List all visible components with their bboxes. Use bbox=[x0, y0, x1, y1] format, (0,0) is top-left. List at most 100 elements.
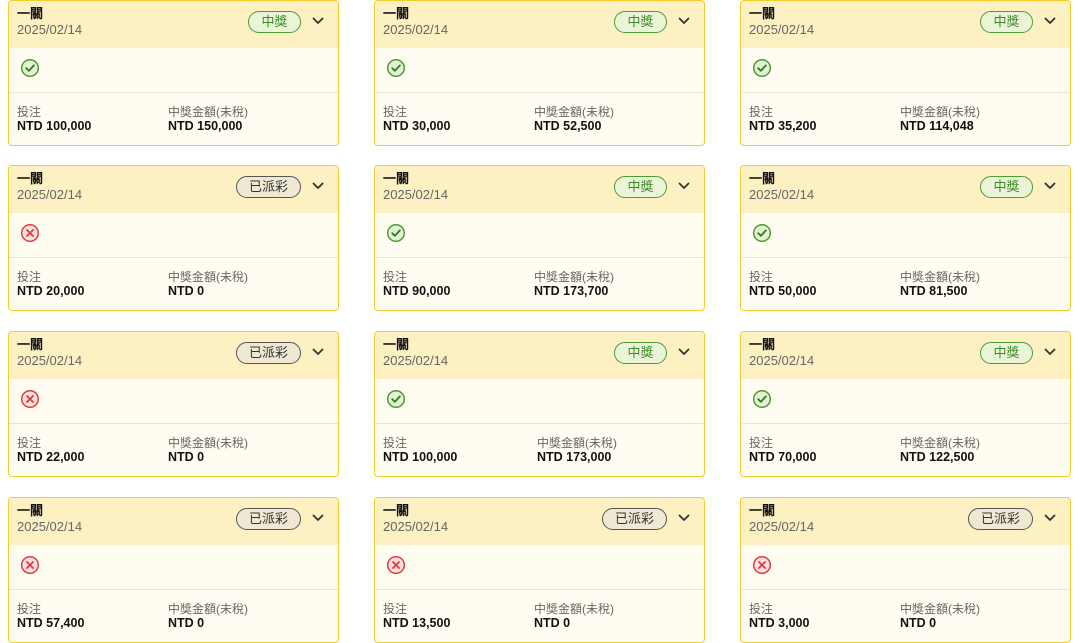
payout-amount: NTD 150,000 bbox=[168, 119, 243, 133]
payout-amount: NTD 0 bbox=[168, 284, 205, 298]
payout-label: 中獎金額(未稅) bbox=[900, 602, 980, 616]
status-badge: 中獎 bbox=[614, 11, 667, 33]
bet-date: 2025/02/14 bbox=[749, 519, 815, 534]
card-divider bbox=[375, 589, 704, 590]
stake-amount: NTD 3,000 bbox=[749, 616, 810, 630]
bet-card-header[interactable]: 一關 2025/02/14 已派彩 bbox=[375, 498, 704, 545]
card-divider bbox=[9, 92, 338, 93]
status-badge: 中獎 bbox=[614, 342, 667, 364]
bet-card-header[interactable]: 一關 2025/02/14 已派彩 bbox=[741, 498, 1070, 545]
chevron-down-icon[interactable] bbox=[312, 348, 324, 356]
bet-card[interactable]: 一關 2025/02/14 中獎 投注 NTD 100,000 中獎金額(未稅)… bbox=[374, 331, 705, 477]
chevron-down-icon[interactable] bbox=[678, 182, 690, 190]
status-badge: 已派彩 bbox=[236, 508, 301, 530]
check-circle-icon bbox=[752, 223, 772, 243]
card-divider bbox=[9, 589, 338, 590]
chevron-down-icon[interactable] bbox=[312, 182, 324, 190]
bet-date: 2025/02/14 bbox=[17, 353, 83, 368]
payout-label: 中獎金額(未稅) bbox=[900, 105, 980, 119]
stake-amount: NTD 20,000 bbox=[17, 284, 85, 298]
bet-date: 2025/02/14 bbox=[749, 22, 815, 37]
bet-card-header[interactable]: 一關 2025/02/14 中獎 bbox=[741, 166, 1070, 213]
chevron-down-icon[interactable] bbox=[312, 17, 324, 25]
chevron-down-icon[interactable] bbox=[678, 514, 690, 522]
bet-card-header[interactable]: 一關 2025/02/14 中獎 bbox=[375, 166, 704, 213]
chevron-down-icon[interactable] bbox=[678, 17, 690, 25]
bet-card[interactable]: 一關 2025/02/14 中獎 投注 NTD 90,000 中獎金額(未稅) … bbox=[374, 165, 705, 311]
bet-type-title: 一關 bbox=[17, 337, 44, 352]
bet-card[interactable]: 一關 2025/02/14 已派彩 投注 NTD 13,500 中獎金額(未稅)… bbox=[374, 497, 705, 643]
chevron-down-icon[interactable] bbox=[678, 348, 690, 356]
bet-type-title: 一關 bbox=[749, 171, 776, 186]
stake-amount: NTD 90,000 bbox=[383, 284, 451, 298]
chevron-down-icon[interactable] bbox=[1044, 182, 1056, 190]
card-divider bbox=[375, 257, 704, 258]
cross-circle-icon bbox=[20, 389, 40, 409]
bet-card-grid: 一關 2025/02/14 中獎 投注 NTD 100,000 中獎金額(未稅)… bbox=[0, 0, 1080, 643]
bet-card-header[interactable]: 一關 2025/02/14 已派彩 bbox=[9, 166, 338, 213]
bet-card[interactable]: 一關 2025/02/14 已派彩 投注 NTD 3,000 中獎金額(未稅) … bbox=[740, 497, 1071, 643]
payout-amount: NTD 0 bbox=[168, 450, 205, 464]
bet-card[interactable]: 一關 2025/02/14 已派彩 投注 NTD 57,400 中獎金額(未稅)… bbox=[8, 497, 339, 643]
bet-type-title: 一關 bbox=[383, 337, 410, 352]
status-badge: 中獎 bbox=[614, 176, 667, 198]
bet-card-header[interactable]: 一關 2025/02/14 中獎 bbox=[375, 1, 704, 48]
chevron-down-icon[interactable] bbox=[312, 514, 324, 522]
stake-amount: NTD 50,000 bbox=[749, 284, 817, 298]
bet-card-header[interactable]: 一關 2025/02/14 已派彩 bbox=[9, 498, 338, 545]
payout-label: 中獎金額(未稅) bbox=[534, 602, 614, 616]
bet-card[interactable]: 一關 2025/02/14 中獎 投注 NTD 100,000 中獎金額(未稅)… bbox=[8, 0, 339, 146]
bet-type-title: 一關 bbox=[383, 171, 410, 186]
check-circle-icon bbox=[752, 58, 772, 78]
bet-card[interactable]: 一關 2025/02/14 中獎 投注 NTD 70,000 中獎金額(未稅) … bbox=[740, 331, 1071, 477]
bet-card[interactable]: 一關 2025/02/14 中獎 投注 NTD 50,000 中獎金額(未稅) … bbox=[740, 165, 1071, 311]
card-divider bbox=[9, 257, 338, 258]
payout-amount: NTD 114,048 bbox=[900, 119, 974, 133]
stake-label: 投注 bbox=[383, 436, 408, 450]
payout-label: 中獎金額(未稅) bbox=[168, 270, 248, 284]
stake-label: 投注 bbox=[17, 105, 42, 119]
status-badge: 中獎 bbox=[248, 11, 301, 33]
bet-card[interactable]: 一關 2025/02/14 已派彩 投注 NTD 22,000 中獎金額(未稅)… bbox=[8, 331, 339, 477]
bet-date: 2025/02/14 bbox=[17, 187, 83, 202]
payout-label: 中獎金額(未稅) bbox=[168, 436, 248, 450]
payout-amount: NTD 0 bbox=[900, 616, 937, 630]
bet-type-title: 一關 bbox=[749, 337, 776, 352]
bet-type-title: 一關 bbox=[17, 171, 44, 186]
stake-amount: NTD 100,000 bbox=[383, 450, 458, 464]
bet-card-header[interactable]: 一關 2025/02/14 中獎 bbox=[741, 332, 1070, 379]
cross-circle-icon bbox=[20, 555, 40, 575]
bet-card-header[interactable]: 一關 2025/02/14 已派彩 bbox=[9, 332, 338, 379]
bet-date: 2025/02/14 bbox=[383, 519, 449, 534]
bet-card-header[interactable]: 一關 2025/02/14 中獎 bbox=[741, 1, 1070, 48]
bet-date: 2025/02/14 bbox=[383, 187, 449, 202]
payout-label: 中獎金額(未稅) bbox=[168, 602, 248, 616]
payout-label: 中獎金額(未稅) bbox=[168, 105, 248, 119]
bet-type-title: 一關 bbox=[17, 6, 44, 21]
bet-date: 2025/02/14 bbox=[749, 353, 815, 368]
bet-card-header[interactable]: 一關 2025/02/14 中獎 bbox=[9, 1, 338, 48]
bet-card[interactable]: 一關 2025/02/14 已派彩 投注 NTD 20,000 中獎金額(未稅)… bbox=[8, 165, 339, 311]
stake-amount: NTD 57,400 bbox=[17, 616, 85, 630]
bet-card[interactable]: 一關 2025/02/14 中獎 投注 NTD 30,000 中獎金額(未稅) … bbox=[374, 0, 705, 146]
payout-amount: NTD 173,000 bbox=[537, 450, 612, 464]
bet-card-header[interactable]: 一關 2025/02/14 中獎 bbox=[375, 332, 704, 379]
chevron-down-icon[interactable] bbox=[1044, 348, 1056, 356]
payout-amount: NTD 52,500 bbox=[534, 119, 602, 133]
payout-label: 中獎金額(未稅) bbox=[534, 270, 614, 284]
status-badge: 中獎 bbox=[980, 11, 1033, 33]
stake-label: 投注 bbox=[749, 602, 774, 616]
chevron-down-icon[interactable] bbox=[1044, 17, 1056, 25]
cross-circle-icon bbox=[386, 555, 406, 575]
check-circle-icon bbox=[752, 389, 772, 409]
stake-label: 投注 bbox=[17, 436, 42, 450]
payout-amount: NTD 0 bbox=[168, 616, 205, 630]
payout-amount: NTD 122,500 bbox=[900, 450, 975, 464]
stake-label: 投注 bbox=[749, 105, 774, 119]
bet-card[interactable]: 一關 2025/02/14 中獎 投注 NTD 35,200 中獎金額(未稅) … bbox=[740, 0, 1071, 146]
bet-type-title: 一關 bbox=[383, 6, 410, 21]
card-divider bbox=[741, 257, 1070, 258]
bet-type-title: 一關 bbox=[749, 6, 776, 21]
chevron-down-icon[interactable] bbox=[1044, 514, 1056, 522]
bet-type-title: 一關 bbox=[749, 503, 776, 518]
